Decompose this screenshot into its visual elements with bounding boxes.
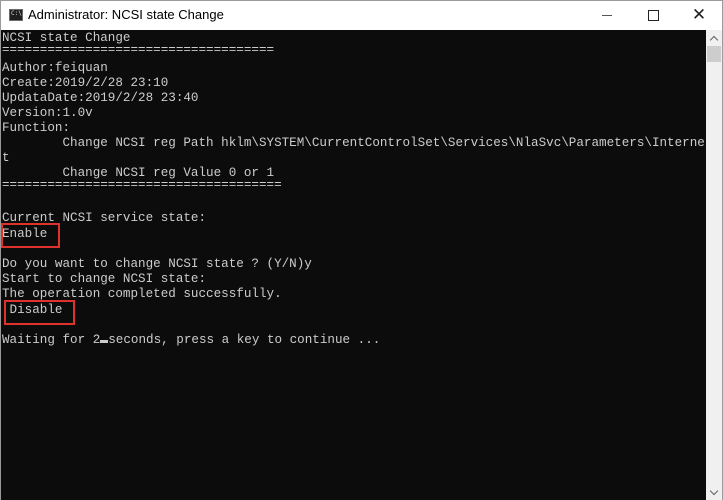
chevron-down-icon [709,486,719,495]
minimize-icon [602,15,612,16]
console-text: seconds, press a key to continue ... [108,333,381,347]
console-prompt-line: Waiting for 2 seconds, press a key to con… [2,333,380,348]
console-window: Administrator: NCSI state Change ✕ NCSI … [0,0,723,500]
console-line: Function: [2,121,71,135]
minimize-button[interactable] [584,1,630,30]
maximize-button[interactable] [630,1,676,30]
console-separator: ==================================== [2,43,275,57]
console-output[interactable]: NCSI state Change ======================… [1,30,706,500]
console-icon [9,9,23,21]
scroll-down-button[interactable] [706,484,722,500]
scrollbar-thumb[interactable] [707,46,721,62]
highlight-box-disable [4,300,75,325]
close-button[interactable]: ✕ [676,1,722,30]
highlight-box-enable [1,223,60,248]
maximize-icon [647,10,659,21]
title-bar[interactable]: Administrator: NCSI state Change ✕ [1,1,722,30]
console-text: Waiting for 2 [2,333,101,347]
console-line: Author:feiquan [2,61,108,75]
window-title: Administrator: NCSI state Change [28,7,224,22]
close-icon: ✕ [691,5,707,25]
vertical-scrollbar[interactable] [706,30,722,500]
console-line: UpdataDate:2019/2/28 23:40 [2,91,199,105]
scroll-up-button[interactable] [706,30,722,46]
console-line: Create:2019/2/28 23:10 [2,76,169,90]
console-line: Version:1.0v [2,106,93,120]
console-line: Do you want to change NCSI state ? (Y/N)… [2,257,312,271]
chevron-up-icon [709,35,719,44]
console-line: Change NCSI reg Path hklm\SYSTEM\Current… [2,136,705,150]
console-line: t [2,151,10,165]
console-separator: ===================================== [2,178,282,192]
console-line: Start to change NCSI state: [2,272,207,286]
